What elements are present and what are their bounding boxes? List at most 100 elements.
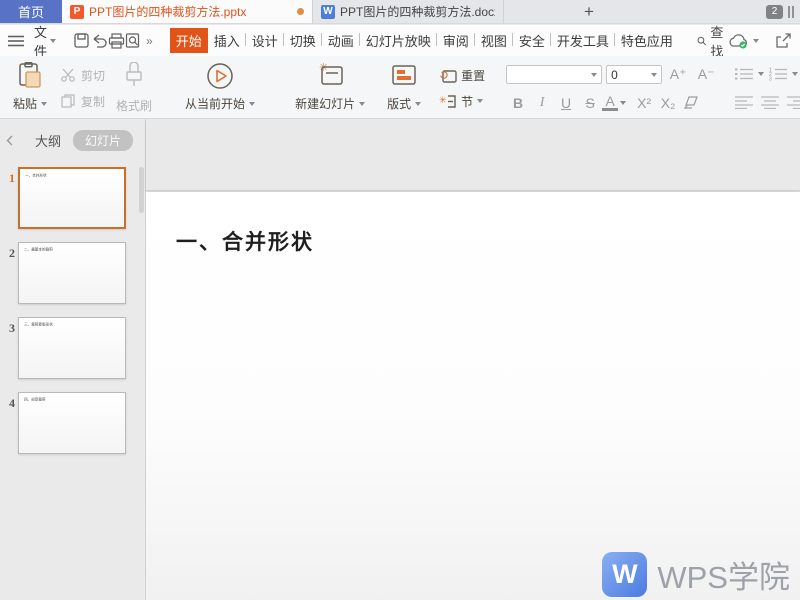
thumbnail-title: 二、最基本的裁剪	[24, 247, 110, 252]
strikethrough-button[interactable]: S	[578, 95, 602, 111]
menu-item-5[interactable]: 幻灯片放映	[360, 28, 437, 53]
scissors-icon	[61, 68, 77, 82]
slide-thumbnail-row: 4四、创意裁剪	[0, 392, 145, 454]
reset-button[interactable]: 重置	[436, 65, 488, 86]
slide-thumbnail-1[interactable]: 一、合并形状	[18, 167, 126, 229]
file-menu-label: 文件	[34, 22, 47, 60]
superscript-button[interactable]: X²	[632, 95, 656, 111]
slide-thumbnail-row: 1一、合并形状	[0, 167, 145, 229]
new-slide-button[interactable]: ✳ 新建幻灯片	[284, 60, 376, 116]
reset-icon	[439, 68, 457, 83]
layout-icon	[390, 62, 418, 89]
clipboard-group: 粘贴 剪切 复制 格式刷	[6, 60, 156, 116]
font-size-select[interactable]: 0	[606, 65, 662, 84]
paragraph-group: 123 A	[732, 60, 800, 116]
wps-presentation-window: 首页 P PPT图片的四种裁剪方法.pptx W PPT图片的四种裁剪方法.do…	[0, 0, 800, 600]
font-name-select[interactable]	[506, 65, 602, 84]
share-icon[interactable]	[775, 33, 792, 49]
slide-canvas[interactable]: 一、合并形状	[146, 192, 800, 600]
align-right-icon[interactable]	[784, 94, 800, 110]
menu-item-1[interactable]: 插入	[208, 28, 246, 53]
decrease-font-button[interactable]: A⁻	[694, 66, 718, 83]
italic-button[interactable]: I	[530, 95, 554, 111]
bullet-list-icon[interactable]	[732, 66, 756, 82]
panel-header: 大纲 幻灯片	[0, 119, 145, 161]
cloud-sync-icon[interactable]	[728, 33, 759, 49]
numbered-list-icon[interactable]: 123	[766, 66, 790, 82]
menu-item-4[interactable]: 动画	[322, 28, 360, 53]
panel-scrollbar-thumb[interactable]	[139, 167, 144, 213]
tab-label: PPT图片的四种裁剪方法.pptx	[89, 3, 289, 20]
tab-outline[interactable]: 大纲	[35, 131, 61, 150]
clear-format-button[interactable]	[680, 95, 704, 111]
menu-items: 开始插入设计切换动画幻灯片放映审阅视图安全开发工具特色应用	[170, 28, 679, 53]
copy-button[interactable]: 复制	[58, 91, 108, 112]
slides-group: ✳ 新建幻灯片 版式 重置 ✳ 节	[284, 60, 492, 116]
font-group: 0 A⁺ A⁻ B I U S A X² X₂	[506, 60, 718, 116]
menu-item-8[interactable]: 安全	[513, 28, 551, 53]
menu-item-0[interactable]: 开始	[170, 28, 208, 53]
slide-thumbnail-2[interactable]: 二、最基本的裁剪	[18, 242, 126, 304]
font-color-button[interactable]: A	[602, 95, 618, 111]
new-slide-label: 新建幻灯片	[295, 95, 355, 112]
slideshow-group: 从当前开始	[170, 60, 270, 116]
slide-thumbnail-list: 1一、合并形状2二、最基本的裁剪3三、裁剪蒙版形状4四、创意裁剪	[0, 161, 145, 454]
thumbnail-title: 四、创意裁剪	[24, 397, 110, 402]
tab-list-icon[interactable]	[788, 6, 794, 18]
menu-item-3[interactable]: 切换	[284, 28, 322, 53]
save-icon[interactable]	[74, 31, 91, 51]
paste-button[interactable]: 粘贴	[6, 60, 54, 116]
section-label: 节	[461, 93, 473, 110]
play-from-current-button[interactable]: 从当前开始	[170, 60, 270, 116]
hamburger-icon[interactable]	[8, 35, 24, 47]
thumbnail-title: 一、合并形状	[25, 173, 110, 178]
new-slide-icon: ✳	[315, 62, 345, 89]
find-label: 查找	[710, 22, 728, 60]
slide-thumbnail-row: 2二、最基本的裁剪	[0, 242, 145, 304]
menu-item-6[interactable]: 审阅	[437, 28, 475, 53]
ppt-file-icon: P	[70, 5, 84, 19]
copy-icon	[61, 94, 77, 108]
underline-button[interactable]: U	[554, 95, 578, 111]
cut-button[interactable]: 剪切	[58, 65, 108, 86]
document-tab-docx[interactable]: W PPT图片的四种裁剪方法.docx	[312, 0, 504, 23]
layout-button[interactable]: 版式	[376, 60, 432, 116]
slide-editor-area: 一、合并形状 W WPS学院	[146, 119, 800, 600]
word-file-icon: W	[321, 5, 335, 19]
watermark: W WPS学院	[602, 552, 790, 597]
align-left-icon[interactable]	[732, 94, 756, 110]
slide-thumbnail-4[interactable]: 四、创意裁剪	[18, 392, 126, 454]
print-icon[interactable]	[108, 31, 125, 51]
print-preview-icon[interactable]	[125, 31, 142, 51]
document-tab-pptx[interactable]: P PPT图片的四种裁剪方法.pptx	[62, 0, 312, 23]
play-icon	[206, 62, 234, 90]
format-painter-label: 格式刷	[116, 97, 152, 114]
slide-title-text[interactable]: 一、合并形状	[176, 226, 314, 256]
menu-item-7[interactable]: 视图	[475, 28, 513, 53]
format-painter-button[interactable]: 格式刷	[112, 60, 156, 116]
paste-label: 粘贴	[13, 95, 37, 112]
more-tools-icon[interactable]: »	[146, 34, 152, 48]
layout-label: 版式	[387, 95, 411, 112]
slide-thumbnail-3[interactable]: 三、裁剪蒙版形状	[18, 317, 126, 379]
align-center-icon[interactable]	[758, 94, 782, 110]
section-icon: ✳	[439, 94, 457, 109]
find-button[interactable]: 查找	[697, 22, 728, 60]
bold-button[interactable]: B	[506, 95, 530, 111]
menu-item-10[interactable]: 特色应用	[615, 28, 679, 53]
tab-slides[interactable]: 幻灯片	[73, 130, 133, 151]
menu-item-9[interactable]: 开发工具	[551, 28, 615, 53]
canvas-margin	[146, 119, 800, 191]
new-tab-button[interactable]: +	[574, 0, 604, 23]
slide-panel: 大纲 幻灯片 1一、合并形状2二、最基本的裁剪3三、裁剪蒙版形状4四、创意裁剪	[0, 119, 146, 600]
section-button[interactable]: ✳ 节	[436, 91, 486, 112]
undo-icon[interactable]	[91, 31, 108, 51]
increase-font-button[interactable]: A⁺	[666, 66, 690, 83]
search-icon	[697, 34, 706, 48]
thumbnail-title: 三、裁剪蒙版形状	[24, 322, 110, 327]
collapse-panel-icon[interactable]	[6, 135, 13, 146]
tab-count-badge[interactable]: 2	[766, 5, 783, 19]
tab-bar: 首页 P PPT图片的四种裁剪方法.pptx W PPT图片的四种裁剪方法.do…	[0, 0, 800, 24]
subscript-button[interactable]: X₂	[656, 95, 680, 111]
menu-item-2[interactable]: 设计	[246, 28, 284, 53]
